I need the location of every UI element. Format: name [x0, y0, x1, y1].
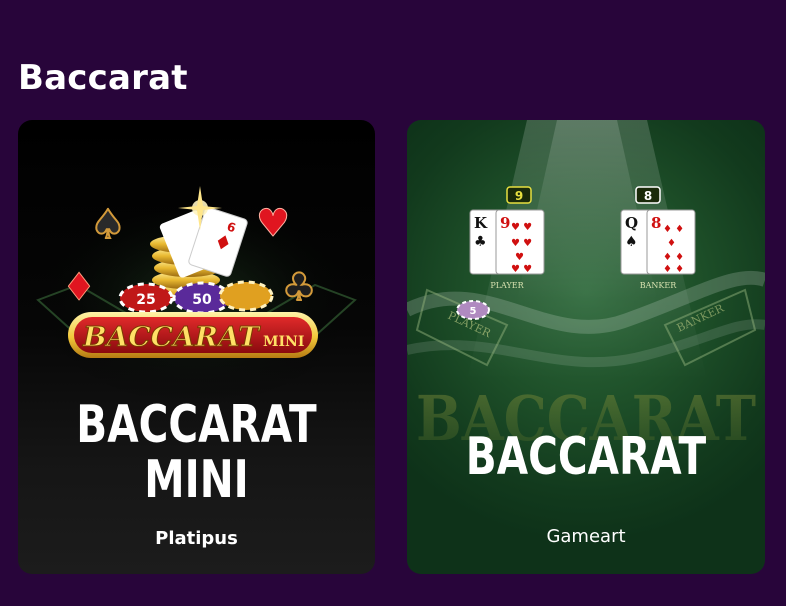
heart-icon: ♥	[256, 201, 290, 245]
svg-text:50: 50	[192, 292, 212, 308]
player-score-badge: 9	[506, 186, 532, 204]
svg-text:♥ ♥: ♥ ♥	[511, 238, 532, 249]
game-provider: Gameart	[546, 526, 626, 547]
svg-text:♦ ♦: ♦ ♦	[663, 252, 684, 263]
spade-icon: ♠	[90, 202, 126, 248]
club-icon: ♣	[282, 265, 316, 309]
game-card-baccarat[interactable]: PLAYER BANKER 5 9 8 K ♣ 9 ♥ ♥ ♥ ♥ ♥ ♥ ♥ …	[407, 120, 765, 574]
svg-text:9: 9	[515, 189, 523, 203]
chip-icon: 5	[456, 300, 490, 320]
game-title: BACCARAT MINI	[57, 398, 335, 507]
baccarat-table-artwork: PLAYER BANKER 5 9 8 K ♣ 9 ♥ ♥ ♥ ♥ ♥ ♥ ♥ …	[407, 120, 765, 455]
svg-text:K: K	[474, 214, 488, 232]
svg-text:♦ ♦: ♦ ♦	[663, 224, 684, 235]
svg-text:♠: ♠	[625, 234, 638, 250]
svg-text:Q: Q	[625, 214, 638, 232]
svg-text:8: 8	[644, 189, 652, 203]
game-provider: Platipus	[155, 528, 238, 549]
diamond-icon: ♦	[62, 265, 96, 309]
banker-score-badge: 8	[635, 186, 661, 204]
svg-text:8: 8	[651, 214, 661, 232]
svg-text:25: 25	[136, 292, 155, 308]
baccarat-mini-logo: BACCARAT MINI	[68, 312, 318, 358]
svg-text:MINI: MINI	[263, 334, 304, 350]
svg-text:♥: ♥	[515, 252, 524, 263]
svg-text:♦ ♦: ♦ ♦	[663, 264, 684, 275]
svg-text:♥ ♥: ♥ ♥	[511, 222, 532, 233]
game-title: BACCARAT	[465, 427, 707, 487]
svg-text:BACCARAT: BACCARAT	[82, 322, 261, 353]
svg-text:♣: ♣	[474, 234, 487, 250]
game-card-baccarat-mini[interactable]: ♦ 6 ♠ ♥ ♦ ♣ 25 50 BACCARAT MINI BACCARAT…	[18, 120, 375, 574]
svg-text:5: 5	[470, 306, 477, 317]
svg-text:9: 9	[500, 214, 510, 232]
game-title-line: MINI	[144, 449, 249, 510]
svg-text:PLAYER: PLAYER	[490, 281, 524, 290]
game-title-line: BACCARAT	[76, 395, 317, 455]
svg-text:♥ ♥: ♥ ♥	[511, 264, 532, 275]
svg-text:BANKER: BANKER	[640, 281, 677, 290]
poker-chips: 25 50	[118, 280, 274, 315]
svg-text:♦: ♦	[667, 238, 676, 249]
section-title: Baccarat	[18, 58, 188, 98]
